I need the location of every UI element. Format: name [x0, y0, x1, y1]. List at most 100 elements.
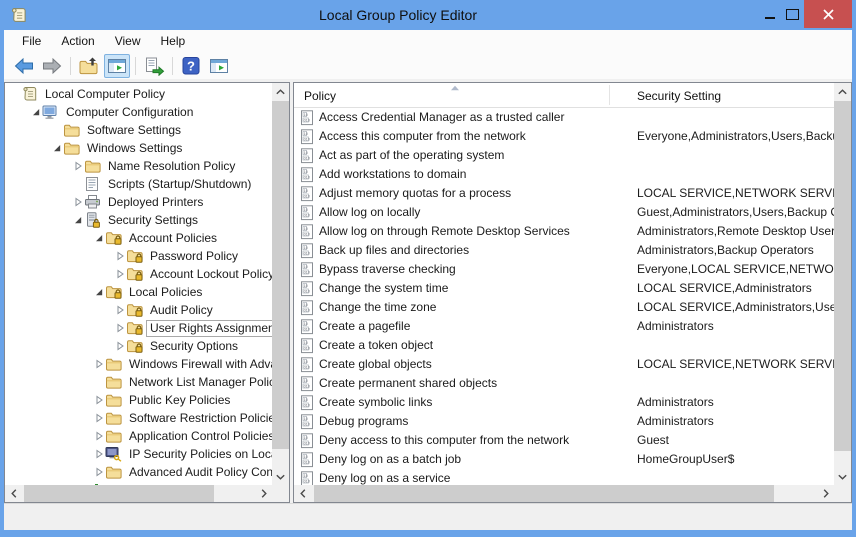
list-hscroll-thumb[interactable]	[314, 485, 774, 502]
tree-item-computer-configuration[interactable]: Computer Configuration	[5, 103, 272, 121]
expander-collapsed-icon[interactable]	[93, 359, 105, 369]
menu-view[interactable]: View	[105, 30, 151, 53]
policy-row[interactable]: 10010Deny access to this computer from t…	[294, 431, 834, 450]
policy-row[interactable]: 10010Create a token object	[294, 336, 834, 355]
tree-item-scripts-startup-shutdown[interactable]: Scripts (Startup/Shutdown)	[5, 175, 272, 193]
tree-hscroll-thumb[interactable]	[24, 485, 214, 502]
show-console-tree-button[interactable]	[104, 54, 130, 78]
tree-item-local-policies[interactable]: Local Policies	[5, 283, 272, 301]
column-divider[interactable]	[609, 85, 610, 105]
tree-item-software-restriction-policies[interactable]: Software Restriction Policies	[5, 409, 272, 427]
tree-item-security-settings[interactable]: Security Settings	[5, 211, 272, 229]
expander-collapsed-icon[interactable]	[114, 269, 126, 279]
tree-item-windows-settings[interactable]: Windows Settings	[5, 139, 272, 157]
tree-vertical-scrollbar[interactable]	[272, 83, 289, 485]
policy-row[interactable]: 10010Create symbolic linksAdministrators	[294, 393, 834, 412]
scroll-up-icon[interactable]	[272, 83, 289, 100]
policy-row[interactable]: 10010Create a pagefileAdministrators	[294, 317, 834, 336]
policy-row[interactable]: 10010Change the system timeLOCAL SERVICE…	[294, 279, 834, 298]
policy-row[interactable]: 10010Access Credential Manager as a trus…	[294, 108, 834, 127]
tree-item-name-resolution-policy[interactable]: Name Resolution Policy	[5, 157, 272, 175]
help-button[interactable]: ?	[178, 54, 204, 78]
expander-collapsed-icon[interactable]	[114, 341, 126, 351]
expander-expanded-icon[interactable]	[30, 107, 42, 117]
policy-row[interactable]: 10010Back up files and directoriesAdmini…	[294, 241, 834, 260]
policy-row[interactable]: 10010Change the time zoneLOCAL SERVICE,A…	[294, 298, 834, 317]
tree-item-security-options[interactable]: Security Options	[5, 337, 272, 355]
policy-row[interactable]: 10010Deny log on as a service	[294, 469, 834, 485]
tree-item-ip-security-policies-on-local-co[interactable]: IP Security Policies on Local Co	[5, 445, 272, 463]
forward-button[interactable]	[39, 54, 65, 78]
menu-action[interactable]: Action	[51, 30, 104, 53]
policy-row[interactable]: 10010Access this computer from the netwo…	[294, 127, 834, 146]
tree-item-public-key-policies[interactable]: Public Key Policies	[5, 391, 272, 409]
scroll-down-icon[interactable]	[272, 468, 289, 485]
svg-text:10: 10	[304, 398, 308, 402]
list-vscroll-thumb[interactable]	[834, 101, 851, 451]
column-header-security-setting[interactable]: Security Setting	[637, 83, 721, 107]
new-window-button[interactable]	[206, 54, 232, 78]
expander-expanded-icon[interactable]	[72, 215, 84, 225]
tree-item-software-settings[interactable]: Software Settings	[5, 121, 272, 139]
expander-collapsed-icon[interactable]	[114, 305, 126, 315]
expander-collapsed-icon[interactable]	[93, 449, 105, 459]
policy-row[interactable]: 10010Add workstations to domain	[294, 165, 834, 184]
policy-doc-icon: 10010	[300, 129, 314, 145]
tree-item-advanced-audit-policy-configu[interactable]: Advanced Audit Policy Configu	[5, 463, 272, 481]
column-header-policy[interactable]: Policy	[304, 83, 336, 107]
tree-item-user-rights-assignment[interactable]: User Rights Assignment	[5, 319, 272, 337]
expander-collapsed-icon[interactable]	[114, 251, 126, 261]
svg-text:010: 010	[304, 232, 310, 236]
tree-item-deployed-printers[interactable]: Deployed Printers	[5, 193, 272, 211]
expander-collapsed-icon[interactable]	[93, 413, 105, 423]
titlebar[interactable]: Local Group Policy Editor	[0, 0, 856, 30]
policy-row[interactable]: 10010Debug programsAdministrators	[294, 412, 834, 431]
expander-collapsed-icon[interactable]	[72, 161, 84, 171]
tree-horizontal-scrollbar[interactable]	[5, 485, 272, 502]
close-button[interactable]	[804, 0, 852, 28]
tree-item-password-policy[interactable]: Password Policy	[5, 247, 272, 265]
scroll-down-icon[interactable]	[834, 468, 851, 485]
scroll-left-icon[interactable]	[5, 485, 22, 502]
expander-expanded-icon[interactable]	[51, 143, 63, 153]
scroll-left-icon[interactable]	[294, 485, 311, 502]
policy-row[interactable]: 10010Allow log on locallyGuest,Administr…	[294, 203, 834, 222]
scroll-up-icon[interactable]	[834, 83, 851, 100]
export-list-button[interactable]	[141, 54, 167, 78]
scroll-right-icon[interactable]	[817, 485, 834, 502]
tree-item-local-computer-policy[interactable]: Local Computer Policy	[5, 85, 272, 103]
security-setting-value: Everyone,LOCAL SERVICE,NETWORK	[637, 260, 834, 279]
policy-row[interactable]: 10010Create global objectsLOCAL SERVICE,…	[294, 355, 834, 374]
tree-item-windows-firewall-with-advanc[interactable]: Windows Firewall with Advanc	[5, 355, 272, 373]
policy-row[interactable]: 10010Create permanent shared objects	[294, 374, 834, 393]
expander-collapsed-icon[interactable]	[114, 323, 126, 333]
tree-item-account-lockout-policy[interactable]: Account Lockout Policy	[5, 265, 272, 283]
scroll-right-icon[interactable]	[255, 485, 272, 502]
expander-expanded-icon[interactable]	[93, 287, 105, 297]
policy-row[interactable]: 10010Act as part of the operating system	[294, 146, 834, 165]
folder-icon	[63, 140, 80, 156]
policy-row[interactable]: 10010Allow log on through Remote Desktop…	[294, 222, 834, 241]
minimize-button[interactable]	[758, 0, 781, 28]
policy-row[interactable]: 10010Adjust memory quotas for a processL…	[294, 184, 834, 203]
back-button[interactable]	[11, 54, 37, 78]
expander-expanded-icon[interactable]	[93, 233, 105, 243]
tree-item-network-list-manager-policies[interactable]: Network List Manager Policies	[5, 373, 272, 391]
expander-collapsed-icon[interactable]	[93, 467, 105, 477]
list-horizontal-scrollbar[interactable]	[294, 485, 834, 502]
list-vertical-scrollbar[interactable]	[834, 83, 851, 485]
menu-file[interactable]: File	[12, 30, 51, 53]
tree-vscroll-thumb[interactable]	[272, 101, 289, 449]
expander-collapsed-icon[interactable]	[93, 431, 105, 441]
policy-name: Create permanent shared objects	[319, 374, 497, 393]
menu-help[interactable]: Help	[151, 30, 196, 53]
policy-row[interactable]: 10010Deny log on as a batch jobHomeGroup…	[294, 450, 834, 469]
maximize-button[interactable]	[781, 0, 804, 28]
expander-collapsed-icon[interactable]	[72, 197, 84, 207]
expander-collapsed-icon[interactable]	[93, 395, 105, 405]
tree-item-account-policies[interactable]: Account Policies	[5, 229, 272, 247]
up-one-level-button[interactable]	[76, 54, 102, 78]
tree-item-audit-policy[interactable]: Audit Policy	[5, 301, 272, 319]
tree-item-application-control-policies[interactable]: Application Control Policies	[5, 427, 272, 445]
policy-row[interactable]: 10010Bypass traverse checkingEveryone,LO…	[294, 260, 834, 279]
